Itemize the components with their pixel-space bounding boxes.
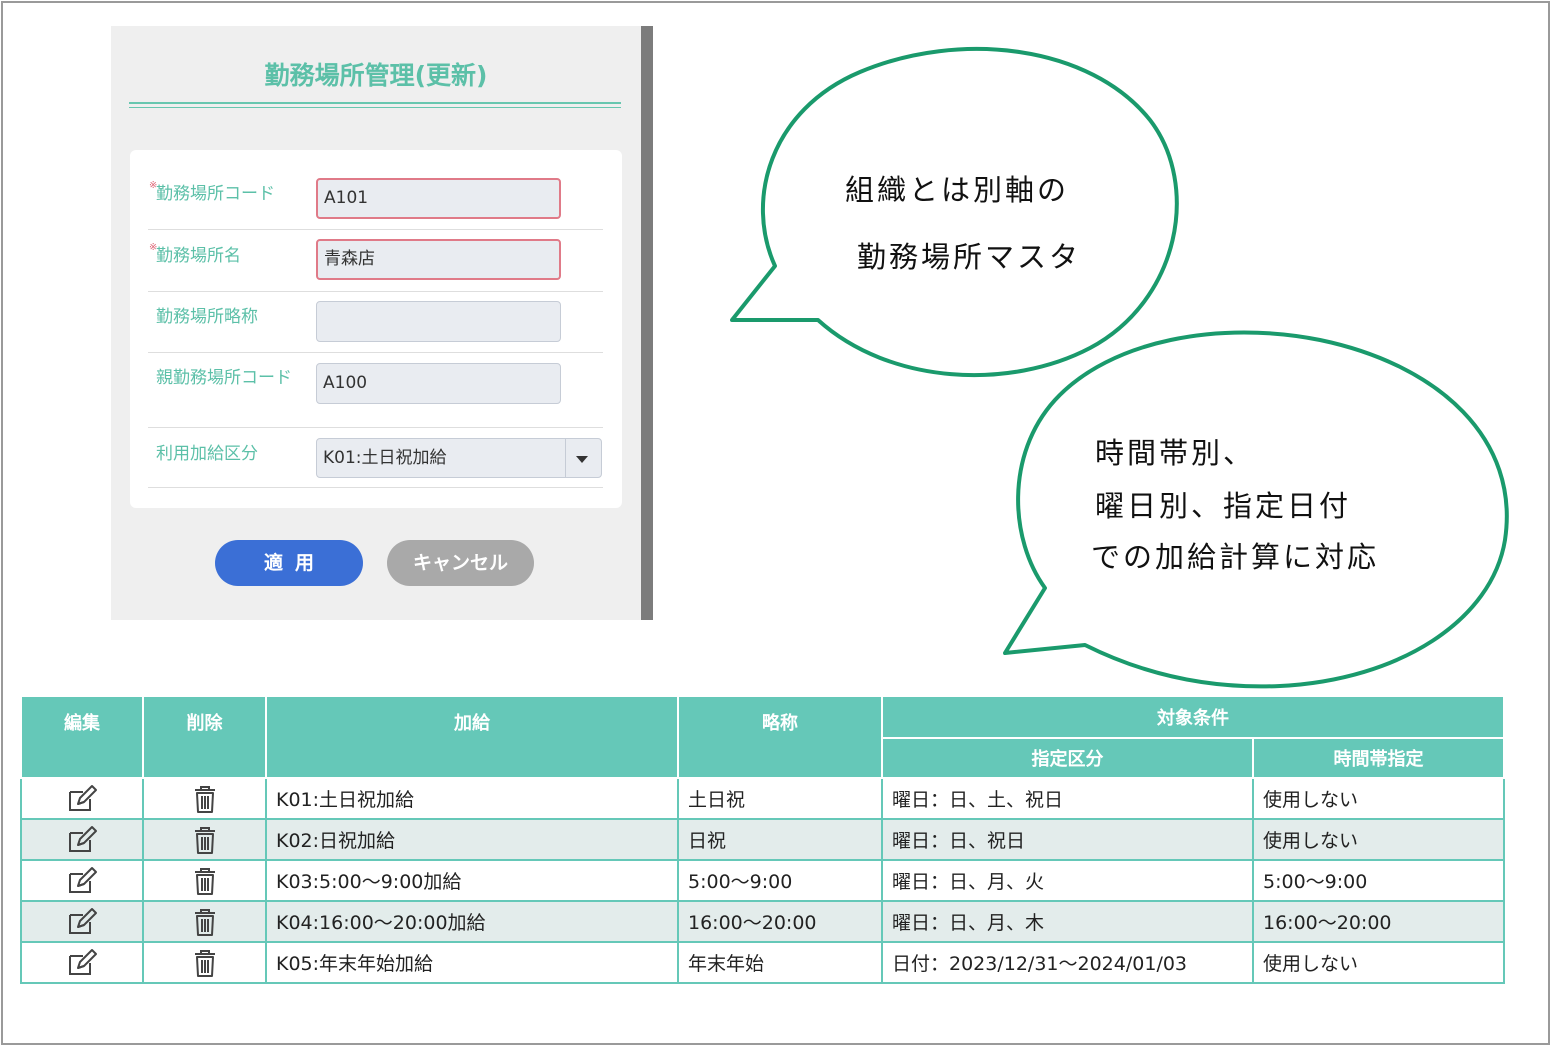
cell-designation: 曜日：日、祝日 <box>881 818 1254 861</box>
table-body: K01:土日祝加給 土日祝 曜日：日、土、祝日 使用しない K02:日祝加給 日祝 曜日：日… <box>20 777 1505 984</box>
cell-allowance: K01:土日祝加給 <box>265 777 679 820</box>
trash-icon <box>194 785 215 813</box>
edit-icon <box>69 948 97 975</box>
table-row: K02:日祝加給 日祝 曜日：日、祝日 使用しない <box>20 818 1505 861</box>
trash-icon <box>194 867 215 895</box>
cell-time-slot: 16:00～20:00 <box>1252 900 1505 943</box>
header-edit: 編集 <box>20 695 144 779</box>
delete-button[interactable] <box>142 859 267 902</box>
cell-allowance: K04:16:00～20:00加給 <box>265 900 679 943</box>
delete-button[interactable] <box>142 777 267 820</box>
callout-2-line-3: での加給計算に対応 <box>1091 540 1380 574</box>
callout-1-line-1: 組織とは別軸の <box>845 173 1070 207</box>
trash-icon <box>194 908 215 936</box>
cell-abbrev: 日祝 <box>677 818 883 861</box>
header-time-slot: 時間帯指定 <box>1252 737 1505 779</box>
speech-bubble-1 <box>730 46 1179 378</box>
trash-icon <box>194 949 215 977</box>
cell-designation: 曜日：日、月、木 <box>881 900 1254 943</box>
header-abbrev: 略称 <box>677 695 883 779</box>
edit-icon <box>69 907 97 934</box>
table-row: K05:年末年始加給 年末年始 日付：2023/12/31～2024/01/03 使用… <box>20 941 1505 984</box>
cell-time-slot: 使用しない <box>1252 941 1505 984</box>
cell-allowance: K02:日祝加給 <box>265 818 679 861</box>
cell-abbrev: 年末年始 <box>677 941 883 984</box>
callout-2-line-1: 時間帯別、 <box>1095 436 1256 470</box>
edit-icon <box>69 825 97 852</box>
cell-time-slot: 5:00～9:00 <box>1252 859 1505 902</box>
edit-button[interactable] <box>20 777 144 820</box>
cell-abbrev: 5:00～9:00 <box>677 859 883 902</box>
callout-2-line-2: 曜日別、指定日付 <box>1095 489 1352 523</box>
trash-icon <box>194 826 215 854</box>
cell-time-slot: 使用しない <box>1252 777 1505 820</box>
delete-button[interactable] <box>142 818 267 861</box>
edit-button[interactable] <box>20 818 144 861</box>
callout-1-line-2: 勤務場所マスタ <box>857 240 1082 274</box>
delete-button[interactable] <box>142 941 267 984</box>
table-row: K03:5:00～9:00加給 5:00～9:00 曜日：日、月、火 5:00～9:0… <box>20 859 1505 902</box>
cell-designation: 曜日：日、土、祝日 <box>881 777 1254 820</box>
cell-time-slot: 使用しない <box>1252 818 1505 861</box>
edit-button[interactable] <box>20 941 144 984</box>
cell-abbrev: 16:00～20:00 <box>677 900 883 943</box>
edit-button[interactable] <box>20 900 144 943</box>
edit-icon <box>69 866 97 893</box>
header-delete: 削除 <box>142 695 267 779</box>
edit-button[interactable] <box>20 859 144 902</box>
cell-allowance: K03:5:00～9:00加給 <box>265 859 679 902</box>
cell-designation: 曜日：日、月、火 <box>881 859 1254 902</box>
cell-allowance: K05:年末年始加給 <box>265 941 679 984</box>
table-row: K01:土日祝加給 土日祝 曜日：日、土、祝日 使用しない <box>20 777 1505 820</box>
edit-icon <box>69 784 97 811</box>
allowance-table: 編集 削除 加給 略称 対象条件 指定区分 時間帯指定 K01:土日祝加給 土日祝… <box>20 695 1505 984</box>
header-conditions: 対象条件 <box>881 695 1505 739</box>
cell-designation: 日付：2023/12/31～2024/01/03 <box>881 941 1254 984</box>
header-designation: 指定区分 <box>881 737 1254 779</box>
cell-abbrev: 土日祝 <box>677 777 883 820</box>
table-row: K04:16:00～20:00加給 16:00～20:00 曜日：日、月、木 16:0… <box>20 900 1505 943</box>
delete-button[interactable] <box>142 900 267 943</box>
header-allowance: 加給 <box>265 695 679 779</box>
